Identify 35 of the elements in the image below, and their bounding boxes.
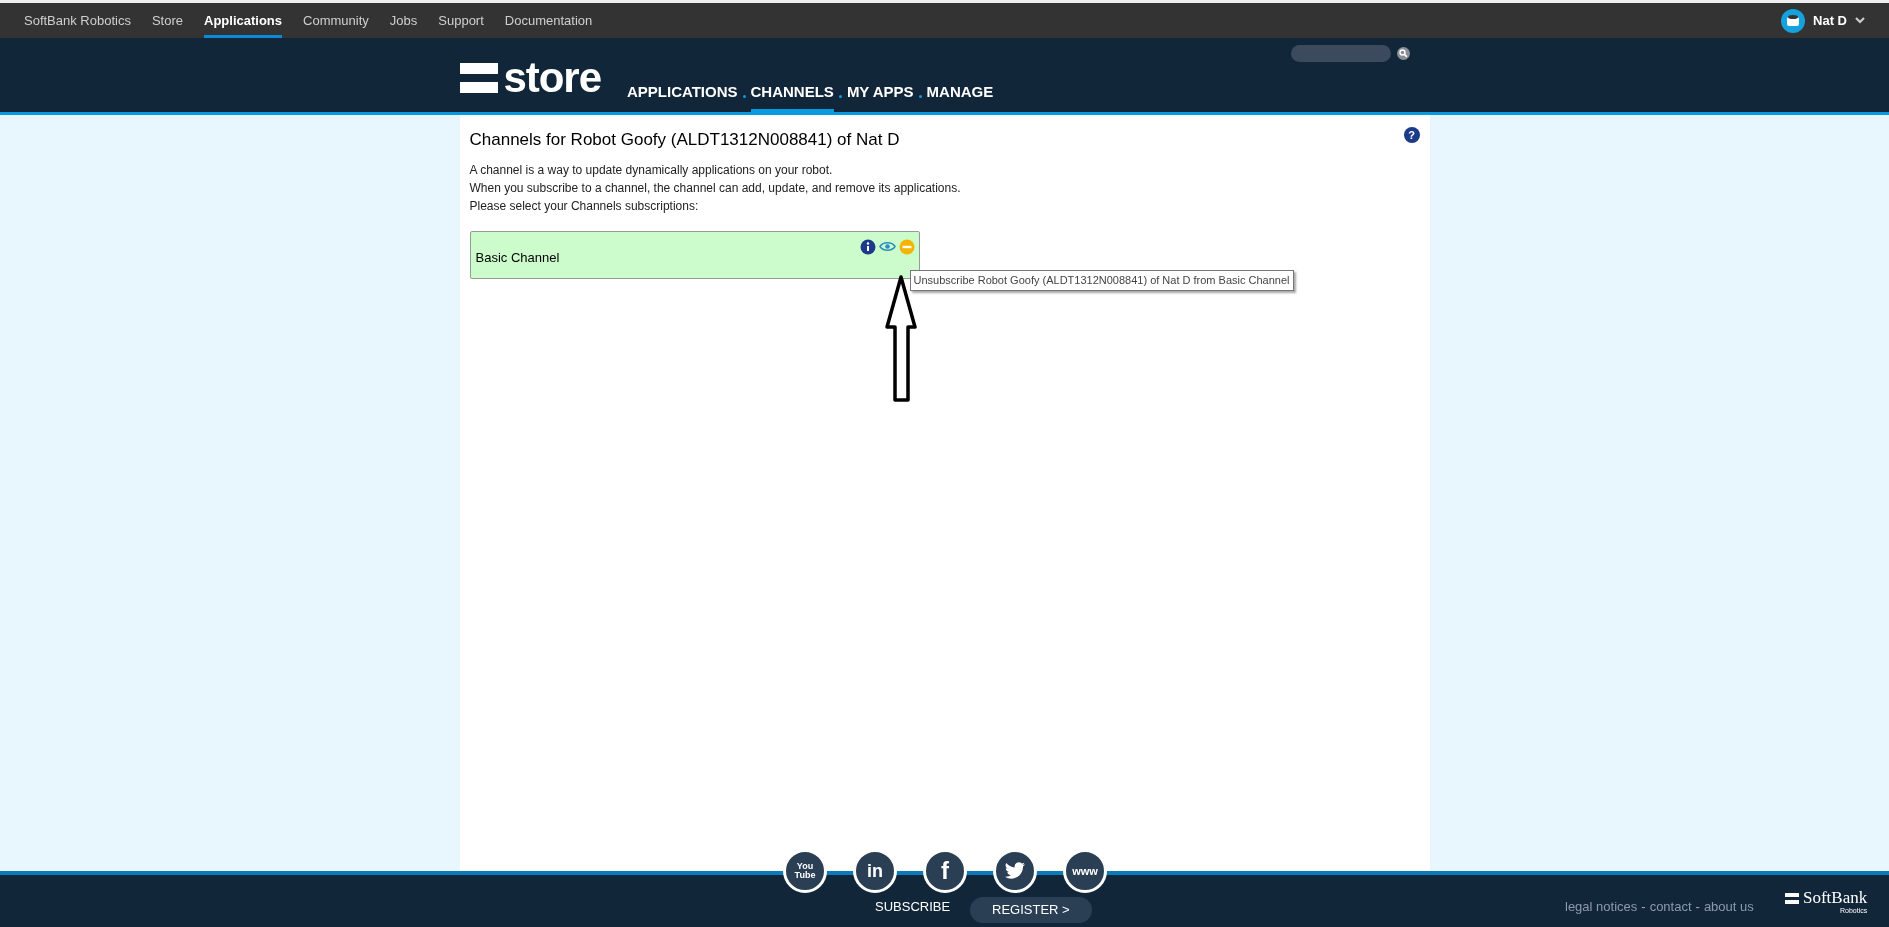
logo-icon [1785, 893, 1799, 905]
description-text: When you subscribe to a channel, the channel can add, update, and remove its applications. [469, 179, 962, 197]
header-tab[interactable]: MY APPS [846, 80, 914, 112]
search-field[interactable] [1290, 45, 1391, 62]
footer-link[interactable]: contact [1649, 897, 1692, 917]
nav-link[interactable]: Jobs [389, 3, 418, 38]
header-tab[interactable]: APPLICATIONS [626, 80, 738, 112]
separator-text: - [1695, 898, 1700, 916]
footer-link[interactable]: legal notices [1565, 897, 1638, 917]
channel-name: Basic Channel [475, 248, 560, 267]
bird-icon [1004, 862, 1026, 880]
user-name[interactable]: Nat D [1813, 10, 1847, 31]
tooltip: Unsubscribe Robot Goofy (ALDT1312N008841) of Nat D from Basic Channel [909, 270, 1294, 291]
info-icon[interactable] [859, 238, 876, 255]
logo-text: store [503, 60, 601, 96]
description-text: A channel is a way to update dynamically applications on your robot. [469, 161, 834, 179]
help-button[interactable]: ? [1403, 127, 1420, 143]
header-tab[interactable]: CHANNELS [750, 80, 834, 112]
description-text: Please select your Channels subscriptions: [469, 197, 700, 215]
nav-link[interactable]: Store [151, 3, 184, 38]
logo-icon [459, 63, 498, 93]
header-tab[interactable]: MANAGE [926, 80, 994, 112]
nav-link[interactable]: Support [438, 3, 484, 38]
search-icon[interactable] [1396, 47, 1410, 60]
register-button[interactable]: REGISTER > [970, 897, 1092, 923]
separator-text: - [1641, 898, 1646, 916]
footer-link[interactable]: about us [1703, 897, 1754, 917]
chevron-down-icon[interactable] [1855, 17, 1865, 24]
page-title: Channels for Robot Goofy (ALDT1312N008841) of Nat D [469, 129, 900, 151]
nav-link[interactable]: Community [303, 3, 369, 38]
nav-link[interactable]: Documentation [504, 3, 593, 38]
subscribe-label: SUBSCRIBE [875, 898, 951, 916]
brand-name: SoftBank [1803, 889, 1868, 907]
nav-link[interactable]: SoftBank Robotics [24, 3, 131, 38]
avatar-icon[interactable] [1781, 8, 1806, 33]
